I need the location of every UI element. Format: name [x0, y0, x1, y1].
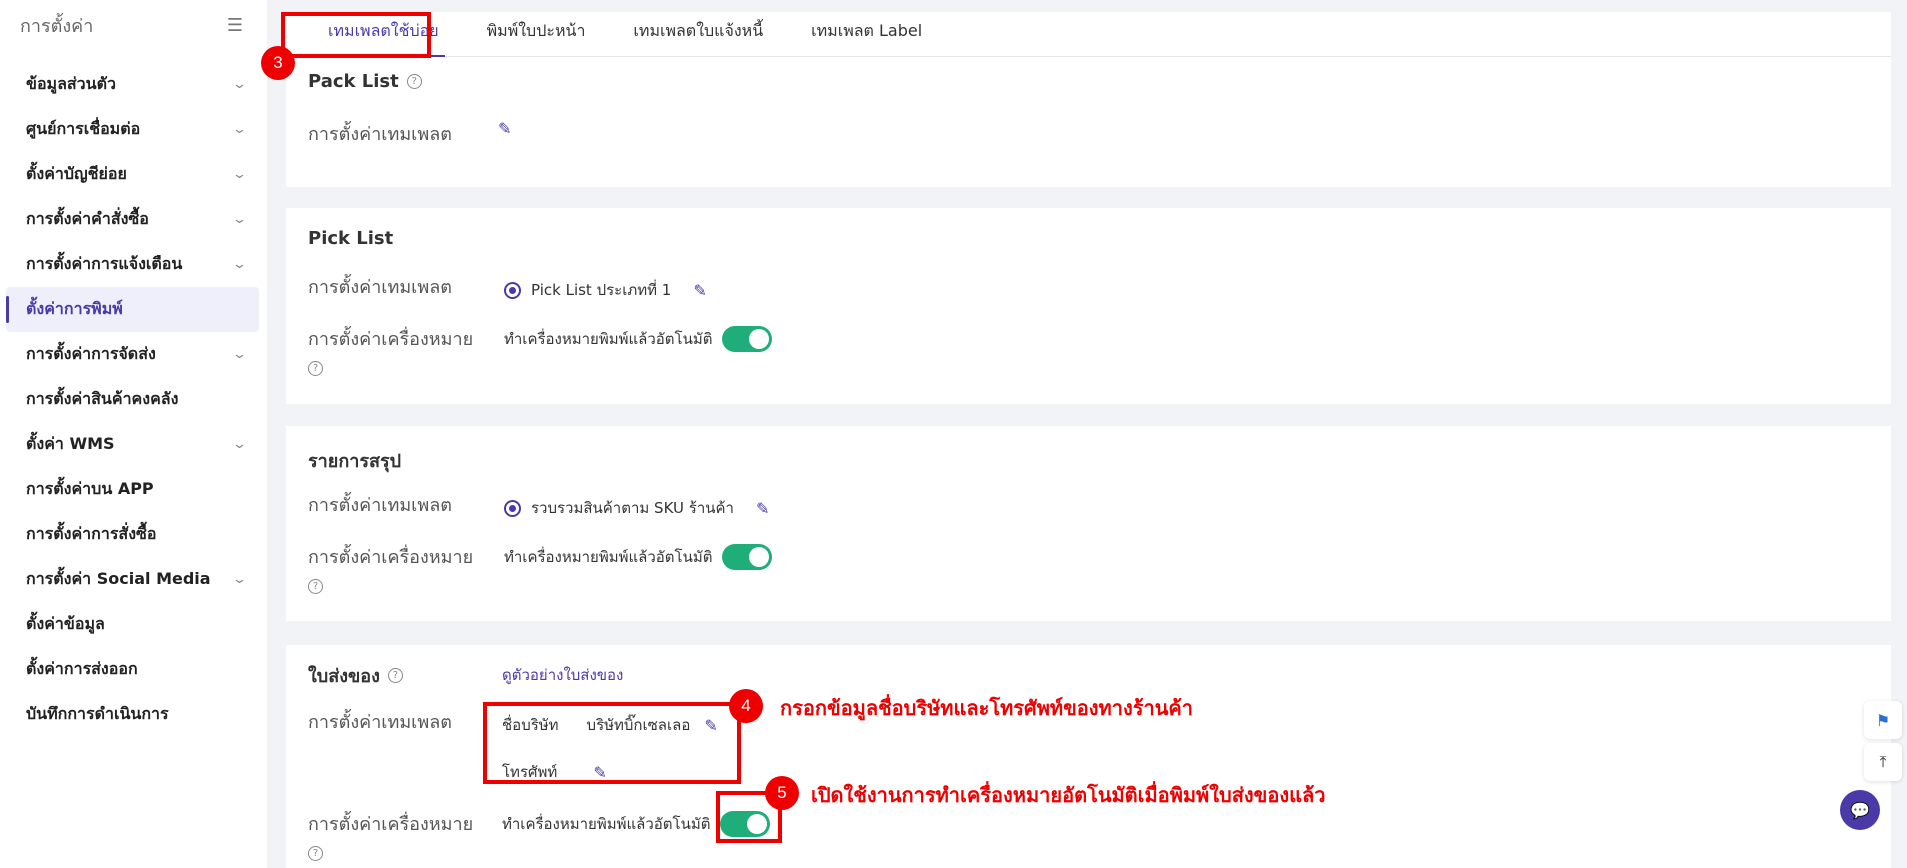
- chevron-down-icon: ⌄: [231, 122, 248, 137]
- chevron-down-icon: ⌄: [231, 437, 248, 452]
- delivery-note-phone-row: โทรศัพท์ ✎: [502, 760, 607, 784]
- summary-printer-value: ทำเครื่องหมายพิมพ์แล้วอัตโนมัติ: [504, 544, 773, 570]
- sidebar-menu: ข้อมูลส่วนตัว ⌄ ศูนย์การเชื่อมต่อ ⌄ ตั้งค่…: [0, 62, 267, 737]
- pack-list-template-label: การตั้งค่าเทมเพลต: [308, 124, 452, 145]
- radio-selected[interactable]: [504, 281, 521, 299]
- sidebar-item-personal-info[interactable]: ข้อมูลส่วนตัว ⌄: [6, 62, 259, 107]
- help-icon[interactable]: ?: [308, 846, 323, 861]
- back-to-top-icon[interactable]: ⤒: [1864, 743, 1902, 781]
- annotation-badge-5: 5: [765, 776, 799, 810]
- help-icon[interactable]: ?: [308, 361, 323, 376]
- sidebar-item-connection-center[interactable]: ศูนย์การเชื่อมต่อ ⌄: [6, 107, 259, 152]
- chat-icon[interactable]: 💬: [1840, 790, 1880, 830]
- help-icon[interactable]: ?: [406, 74, 422, 89]
- radio-selected[interactable]: [504, 499, 521, 517]
- pick-list-title: Pick List: [308, 228, 394, 249]
- sidebar-item-app-settings[interactable]: การตั้งค่าบน APP: [6, 467, 259, 512]
- delivery-note-preview-link[interactable]: ดูตัวอย่างใบส่งของ: [502, 663, 623, 687]
- edit-icon[interactable]: ✎: [756, 499, 769, 518]
- delivery-note-printer-label: การตั้งค่าเครื่องหมาย ?: [308, 814, 474, 861]
- phone-label: โทรศัพท์: [502, 763, 558, 781]
- sidebar-header: การตั้งค่า ☰: [0, 0, 267, 50]
- edit-icon[interactable]: ✎: [498, 119, 511, 138]
- chevron-down-icon: ⌄: [231, 167, 248, 182]
- pick-list-template-label: การตั้งค่าเทมเพลต: [308, 277, 452, 298]
- summary-printer-label: การตั้งค่าเครื่องหมาย ?: [308, 547, 474, 594]
- delivery-note-auto-mark-toggle[interactable]: [720, 811, 771, 837]
- chevron-down-icon: ⌄: [231, 257, 248, 272]
- edit-icon[interactable]: ✎: [693, 281, 706, 300]
- pick-list-template-value: Pick List ประเภทที่ 1 ✎: [504, 278, 707, 302]
- edit-company-icon[interactable]: ✎: [704, 716, 717, 735]
- delivery-note-template-label: การตั้งค่าเทมเพลต: [308, 712, 452, 733]
- delivery-note-title: ใบส่งของ ?: [308, 661, 403, 690]
- sidebar-item-wms-settings[interactable]: ตั้งค่า WMS ⌄: [6, 422, 259, 467]
- chevron-down-icon: ⌄: [231, 572, 248, 587]
- sidebar-item-social-media-settings[interactable]: การตั้งค่า Social Media ⌄: [6, 557, 259, 602]
- tab-label-templates[interactable]: เทมเพลต Label: [787, 19, 946, 56]
- tab-common-templates[interactable]: เทมเพลตใช้บ่อย: [304, 19, 463, 57]
- tab-bar: เทมเพลตใช้บ่อย พิมพ์ใบปะหน้า เทมเพลตใบแจ…: [286, 12, 1891, 57]
- sidebar-item-operation-log[interactable]: บันทึกการดำเนินการ: [6, 692, 259, 737]
- sidebar-item-order-settings[interactable]: การตั้งค่าคำสั่งซื้อ ⌄: [6, 197, 259, 242]
- pick-list-auto-mark-toggle[interactable]: [722, 326, 773, 352]
- sidebar-item-inventory-settings[interactable]: การตั้งค่าสินค้าคงคลัง: [6, 377, 259, 422]
- summary-auto-mark-text: ทำเครื่องหมายพิมพ์แล้วอัตโนมัติ: [504, 548, 713, 566]
- sidebar-item-data-settings[interactable]: ตั้งค่าข้อมูล: [6, 602, 259, 647]
- sidebar-item-sub-accounts[interactable]: ตั้งค่าบัญชีย่อย ⌄: [6, 152, 259, 197]
- sidebar-item-notification-settings[interactable]: การตั้งค่าการแจ้งเตือน ⌄: [6, 242, 259, 287]
- summary-template-label: การตั้งค่าเทมเพลต: [308, 495, 452, 516]
- sidebar-item-print-settings[interactable]: ตั้งค่าการพิมพ์: [6, 287, 259, 332]
- pack-list-title: Pack List ?: [308, 71, 422, 92]
- chevron-down-icon: ⌄: [231, 77, 248, 92]
- summary-template-value: รวบรวมสินค้าตาม SKU ร้านค้า ✎: [504, 496, 769, 520]
- pack-list-template-value: ✎: [476, 119, 511, 138]
- pick-list-auto-mark-text: ทำเครื่องหมายพิมพ์แล้วอัตโนมัติ: [504, 330, 713, 348]
- sidebar-title: การตั้งค่า: [20, 15, 94, 37]
- help-icon[interactable]: ?: [387, 668, 403, 683]
- company-name-value: บริษัทบิ๊กเซลเลอ: [586, 716, 691, 734]
- pick-list-template-name: Pick List ประเภทที่ 1: [531, 281, 672, 299]
- tab-invoice-templates[interactable]: เทมเพลตใบแจ้งหนี้: [609, 19, 787, 56]
- chevron-down-icon: ⌄: [231, 347, 248, 362]
- annotation-badge-3: 3: [261, 46, 295, 80]
- feedback-icon[interactable]: ⚑: [1864, 701, 1902, 739]
- annotation-note-5: เปิดใช้งานการทำเครื่องหมายอัตโนมัติเมื่อ…: [811, 785, 1326, 807]
- sidebar-item-shipping-settings[interactable]: การตั้งค่าการจัดส่ง ⌄: [6, 332, 259, 377]
- delivery-note-card: ใบส่งของ ? ดูตัวอย่างใบส่งของ การตั้งค่า…: [286, 645, 1891, 868]
- pick-list-card: Pick List การตั้งค่าเทมเพลต Pick List ปร…: [286, 208, 1891, 404]
- sidebar: การตั้งค่า ☰ ข้อมูลส่วนตัว ⌄ ศูนย์การเชื่…: [0, 0, 267, 868]
- summary-auto-mark-toggle[interactable]: [722, 544, 773, 570]
- delivery-note-printer-value: ทำเครื่องหมายพิมพ์แล้วอัตโนมัติ: [502, 811, 771, 837]
- pack-list-card: Pack List ? การตั้งค่าเทมเพลต ✎: [286, 57, 1891, 187]
- sidebar-item-export-settings[interactable]: ตั้งค่าการส่งออก: [6, 647, 259, 692]
- annotation-note-4: กรอกข้อมูลชื่อบริษัทและโทรศัพท์ของทางร้า…: [780, 698, 1193, 720]
- collapse-menu-icon[interactable]: ☰: [227, 15, 243, 36]
- summary-template-name: รวบรวมสินค้าตาม SKU ร้านค้า: [531, 499, 734, 517]
- summary-title: รายการสรุป: [308, 451, 402, 472]
- edit-phone-icon[interactable]: ✎: [593, 763, 606, 782]
- tab-print-labels[interactable]: พิมพ์ใบปะหน้า: [463, 19, 610, 56]
- sidebar-item-purchase-settings[interactable]: การตั้งค่าการสั่งซื้อ: [6, 512, 259, 557]
- pick-list-printer-label: การตั้งค่าเครื่องหมาย ?: [308, 329, 474, 376]
- summary-card: รายการสรุป การตั้งค่าเทมเพลต รวบรวมสินค้…: [286, 426, 1891, 621]
- delivery-note-company-row: ชื่อบริษัท บริษัทบิ๊กเซลเลอ ✎: [502, 713, 718, 737]
- delivery-note-auto-mark-text: ทำเครื่องหมายพิมพ์แล้วอัตโนมัติ: [502, 815, 711, 833]
- main-content: เทมเพลตใช้บ่อย พิมพ์ใบปะหน้า เทมเพลตใบแจ…: [286, 12, 1891, 868]
- pick-list-printer-value: ทำเครื่องหมายพิมพ์แล้วอัตโนมัติ: [504, 326, 773, 352]
- company-name-label: ชื่อบริษัท: [502, 716, 559, 734]
- annotation-badge-4: 4: [729, 689, 763, 723]
- chevron-down-icon: ⌄: [231, 212, 248, 227]
- help-icon[interactable]: ?: [308, 579, 323, 594]
